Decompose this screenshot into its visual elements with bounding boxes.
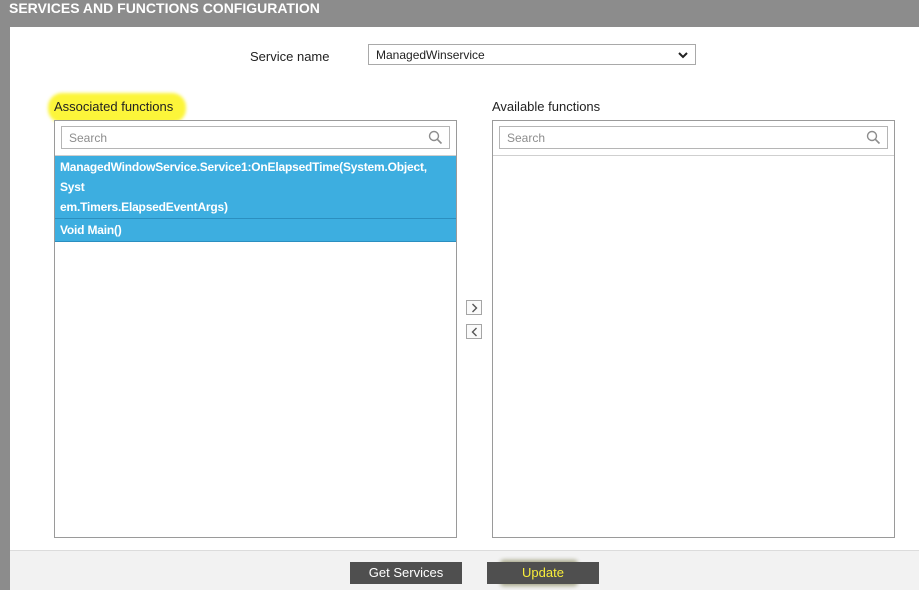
list-item[interactable]: ManagedWindowService.Service1:OnElapsedT… bbox=[55, 156, 456, 219]
update-button[interactable]: Update bbox=[487, 562, 599, 584]
move-left-button[interactable] bbox=[466, 324, 482, 339]
search-placeholder: Search bbox=[507, 131, 546, 145]
associated-functions-label: Associated functions bbox=[54, 99, 174, 114]
list-item-text-line1: ManagedWindowService.Service1:OnElapsedT… bbox=[60, 160, 427, 194]
associated-search-input[interactable]: Search bbox=[61, 126, 450, 149]
search-icon bbox=[428, 130, 443, 145]
chevron-right-icon bbox=[472, 303, 478, 313]
service-name-value: ManagedWinservice bbox=[376, 48, 485, 62]
title-bar: SERVICES AND FUNCTIONS CONFIGURATION bbox=[0, 0, 919, 27]
associated-functions-list[interactable]: Search ManagedWindowService.Service1:OnE… bbox=[54, 120, 457, 538]
list-item-text-line2: em.Timers.ElapsedEventArgs) bbox=[60, 200, 228, 214]
available-search-input[interactable]: Search bbox=[499, 126, 888, 149]
get-services-button[interactable]: Get Services bbox=[350, 562, 462, 584]
associated-items: ManagedWindowService.Service1:OnElapsedT… bbox=[55, 155, 456, 242]
available-functions-label: Available functions bbox=[492, 99, 601, 114]
footer-bar: Get Services Update bbox=[10, 550, 919, 590]
service-name-label: Service name bbox=[250, 49, 330, 64]
chevron-left-icon bbox=[471, 327, 477, 337]
available-items bbox=[493, 155, 894, 156]
move-right-button[interactable] bbox=[466, 300, 482, 315]
search-icon bbox=[866, 130, 881, 145]
list-item[interactable]: Void Main() bbox=[55, 219, 456, 242]
config-panel: Service name ManagedWinservice Associate… bbox=[10, 27, 919, 590]
available-functions-list[interactable]: Search bbox=[492, 120, 895, 538]
chevron-down-icon bbox=[678, 52, 688, 59]
search-placeholder: Search bbox=[69, 131, 108, 145]
list-item-text: Void Main() bbox=[60, 223, 122, 237]
service-name-select[interactable]: ManagedWinservice bbox=[368, 44, 696, 65]
page-title: SERVICES AND FUNCTIONS CONFIGURATION bbox=[9, 0, 320, 16]
